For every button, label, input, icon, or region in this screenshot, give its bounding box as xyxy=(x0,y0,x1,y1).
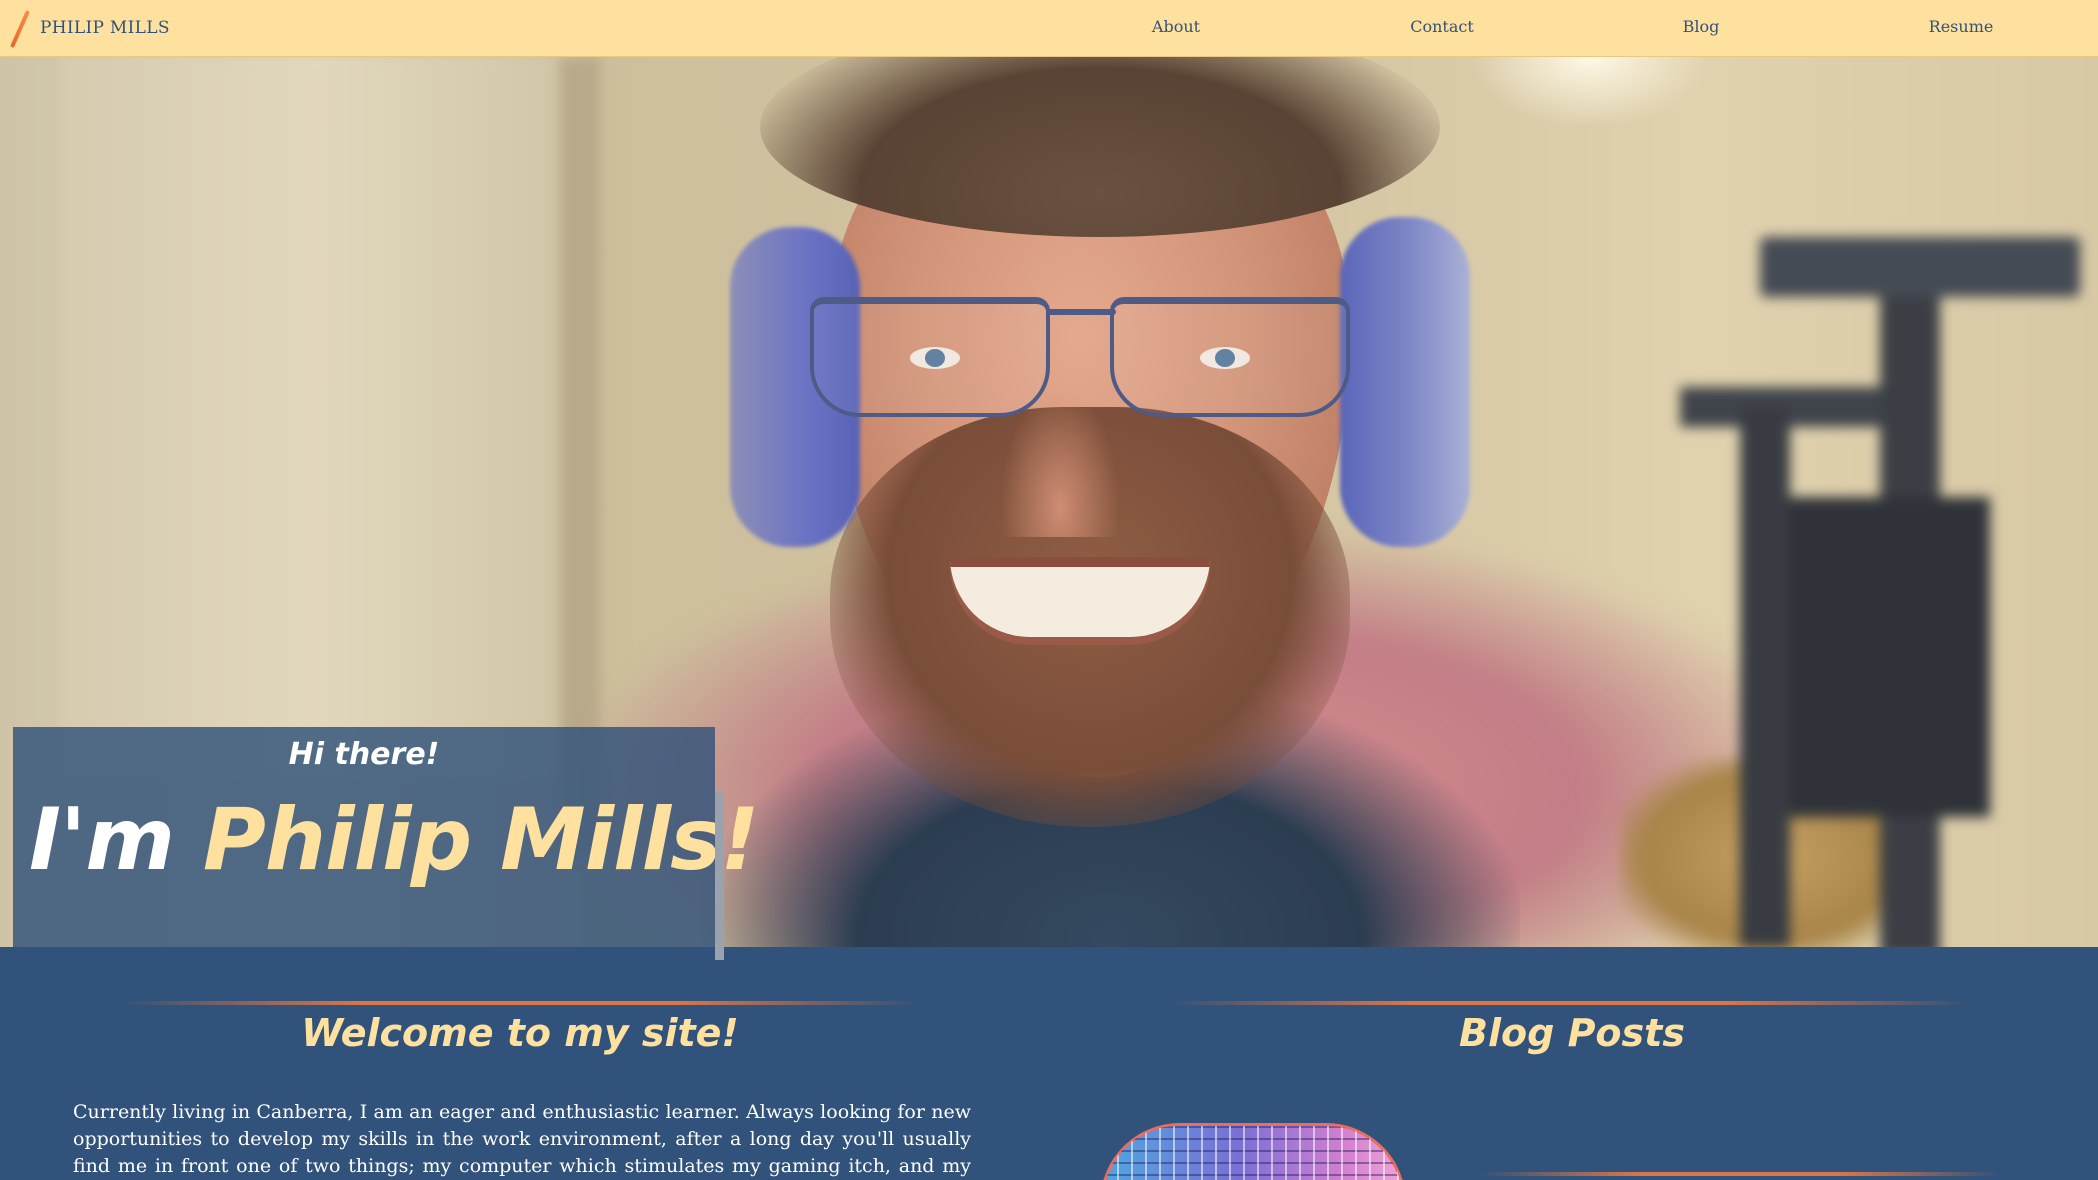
background-cat-tree xyxy=(1680,237,2080,947)
nav-links: About Contact Blog Resume xyxy=(0,0,2098,57)
brand-name: PHILIP MILLS xyxy=(40,18,170,38)
hero-greeting: Hi there! xyxy=(288,737,440,772)
welcome-title: Welcome to my site! xyxy=(301,1011,739,1055)
welcome-text: Currently living in Canberra, I am an ea… xyxy=(73,1101,971,1177)
nav-link-resume[interactable]: Resume xyxy=(1929,17,1994,36)
navbar: PHILIP MILLS About Contact Blog Resume xyxy=(0,0,2098,57)
hero-headline-name: Philip Mills! xyxy=(202,790,760,890)
brand-link[interactable]: PHILIP MILLS xyxy=(14,7,170,49)
portrait-nose xyxy=(1000,387,1120,537)
blog-title: Blog Posts xyxy=(1459,1011,1685,1055)
blog-divider xyxy=(1170,1001,1970,1005)
portrait xyxy=(700,57,1520,947)
content-section: Welcome to my site! Currently living in … xyxy=(0,947,2098,1180)
blog-post-divider xyxy=(1480,1172,2000,1176)
portrait-smile xyxy=(950,557,1210,637)
nav-link-about[interactable]: About xyxy=(1152,17,1200,36)
hero-headline: I'm Philip Mills! xyxy=(29,789,760,892)
blog-post-thumbnail[interactable] xyxy=(1100,1123,1406,1180)
background-wall xyxy=(60,57,580,777)
brand-slash-icon xyxy=(14,7,26,49)
intro-card-scrollbar[interactable] xyxy=(715,792,724,960)
nav-link-blog[interactable]: Blog xyxy=(1683,17,1720,36)
hero-headline-prefix: I'm xyxy=(29,790,175,890)
welcome-divider xyxy=(120,1001,920,1005)
intro-card: Hi there! I'm Philip Mills! xyxy=(13,727,760,960)
nav-link-contact[interactable]: Contact xyxy=(1410,17,1474,36)
